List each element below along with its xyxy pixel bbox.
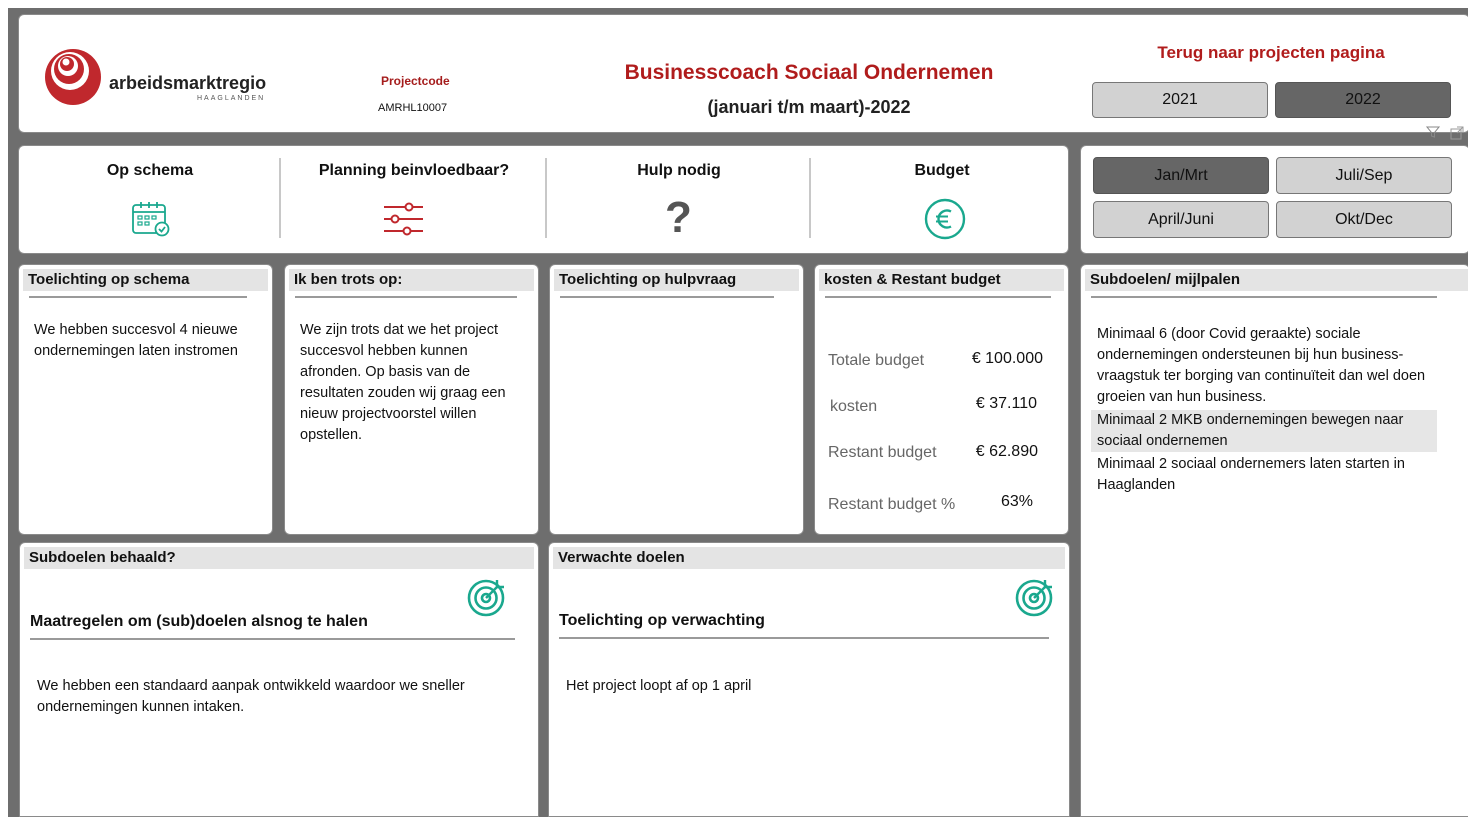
hulpvraag-panel: Toelichting op hulpvraag bbox=[549, 264, 804, 535]
verwachte-doelen-panel: Verwachte doelen Toelichting op verwacht… bbox=[548, 542, 1070, 817]
quarter-juli-sep-button[interactable]: Juli/Sep bbox=[1276, 157, 1452, 194]
status-divider bbox=[279, 158, 281, 238]
verwachting-title: Toelichting op verwachting bbox=[559, 612, 765, 629]
behaald-panel: Subdoelen behaald? Maatregelen om (sub)d… bbox=[19, 542, 539, 817]
kosten-panel-title: kosten & Restant budget bbox=[819, 269, 1064, 291]
maatregelen-title: Maatregelen om (sub)doelen alsnog te hal… bbox=[30, 613, 368, 630]
hulp-nodig-title: Hulp nodig bbox=[637, 162, 721, 179]
page-title: Businesscoach Sociaal Ondernemen bbox=[624, 61, 994, 84]
list-item: Minimaal 6 (door Covid geraakte) sociale… bbox=[1097, 326, 1426, 405]
list-item: Minimaal 2 sociaal ondernemers laten sta… bbox=[1097, 456, 1405, 493]
back-to-projects-link[interactable]: Terug naar projecten pagina bbox=[1091, 43, 1451, 63]
verwachting-text: Het project loopt af op 1 april bbox=[566, 678, 752, 694]
question-mark-icon: ? bbox=[665, 193, 692, 242]
list-item: Minimaal 2 MKB ondernemingen bewegen naa… bbox=[1091, 410, 1437, 452]
behaald-panel-title: Subdoelen behaald? bbox=[24, 547, 534, 569]
trots-panel-text: We zijn trots dat we het project succesv… bbox=[300, 322, 506, 443]
panel-divider bbox=[825, 296, 1051, 298]
budget-total-value: € 100.000 bbox=[971, 350, 1043, 367]
page-subtitle: (januari t/m maart)-2022 bbox=[707, 97, 911, 117]
year-2022-button[interactable]: 2022 bbox=[1275, 82, 1451, 118]
sliders-icon bbox=[383, 202, 425, 236]
quarter-jan-mrt-button[interactable]: Jan/Mrt bbox=[1093, 157, 1269, 194]
budget-restant-value: € 62.890 bbox=[975, 443, 1038, 460]
panel-divider bbox=[295, 296, 517, 298]
euro-icon bbox=[924, 198, 966, 240]
status-divider bbox=[545, 158, 547, 238]
status-divider bbox=[809, 158, 811, 238]
subdoelen-list: Minimaal 6 (door Covid geraakte) sociale… bbox=[1091, 324, 1437, 496]
projectcode-value: AMRHL10007 bbox=[378, 102, 448, 114]
schema-panel-title: Toelichting op schema bbox=[23, 269, 268, 291]
planning-title: Planning beinvloedbaar? bbox=[318, 162, 510, 179]
quarter-okt-dec-button[interactable]: Okt/Dec bbox=[1276, 201, 1452, 238]
budget-restant-label: Restant budget bbox=[828, 444, 937, 461]
logo-icon bbox=[43, 47, 103, 107]
target-icon bbox=[466, 576, 508, 618]
year-2021-button[interactable]: 2021 bbox=[1092, 82, 1268, 118]
target-icon bbox=[1014, 576, 1056, 618]
schema-panel-text: We hebben succesvol 4 nieuwe onderneming… bbox=[34, 322, 238, 359]
budget-kosten-value: € 37.110 bbox=[975, 395, 1037, 412]
quarter-april-juni-button[interactable]: April/Juni bbox=[1093, 201, 1269, 238]
trots-panel-title: Ik ben trots op: bbox=[289, 269, 534, 291]
panel-divider bbox=[560, 296, 774, 298]
schema-panel: Toelichting op schema We hebben succesvo… bbox=[18, 264, 273, 535]
kosten-panel: kosten & Restant budget Totale budget € … bbox=[814, 264, 1069, 535]
panel-divider bbox=[30, 638, 515, 640]
filter-icon[interactable] bbox=[1425, 125, 1441, 139]
panel-divider bbox=[29, 296, 247, 298]
panel-divider bbox=[1091, 296, 1437, 298]
brand-sub: HAAGLANDEN bbox=[197, 95, 266, 102]
budget-kosten-label: kosten bbox=[830, 398, 878, 415]
focus-mode-icon[interactable] bbox=[1450, 126, 1464, 140]
projectcode-label: Projectcode bbox=[381, 74, 450, 88]
trots-panel: Ik ben trots op: We zijn trots dat we he… bbox=[284, 264, 539, 535]
budget-title: Budget bbox=[914, 162, 970, 179]
brand-name: arbeidsmarktregio bbox=[109, 73, 267, 93]
calendar-check-icon bbox=[131, 200, 171, 238]
budget-restant-pct-value: 63% bbox=[1000, 493, 1033, 510]
hulpvraag-panel-title: Toelichting op hulpvraag bbox=[554, 269, 799, 291]
maatregelen-text: We hebben een standaard aanpak ontwikkel… bbox=[37, 678, 465, 715]
budget-total-label: Totale budget bbox=[828, 352, 925, 369]
status-card: Op schema Planning beinvloedbaar? Hulp n… bbox=[18, 145, 1069, 254]
op-schema-title: Op schema bbox=[106, 162, 194, 179]
subdoelen-panel: Subdoelen/ mijlpalen Minimaal 6 (door Co… bbox=[1080, 264, 1468, 817]
verwachte-doelen-title: Verwachte doelen bbox=[553, 547, 1065, 569]
subdoelen-panel-title: Subdoelen/ mijlpalen bbox=[1085, 269, 1468, 291]
panel-divider bbox=[559, 637, 1049, 639]
